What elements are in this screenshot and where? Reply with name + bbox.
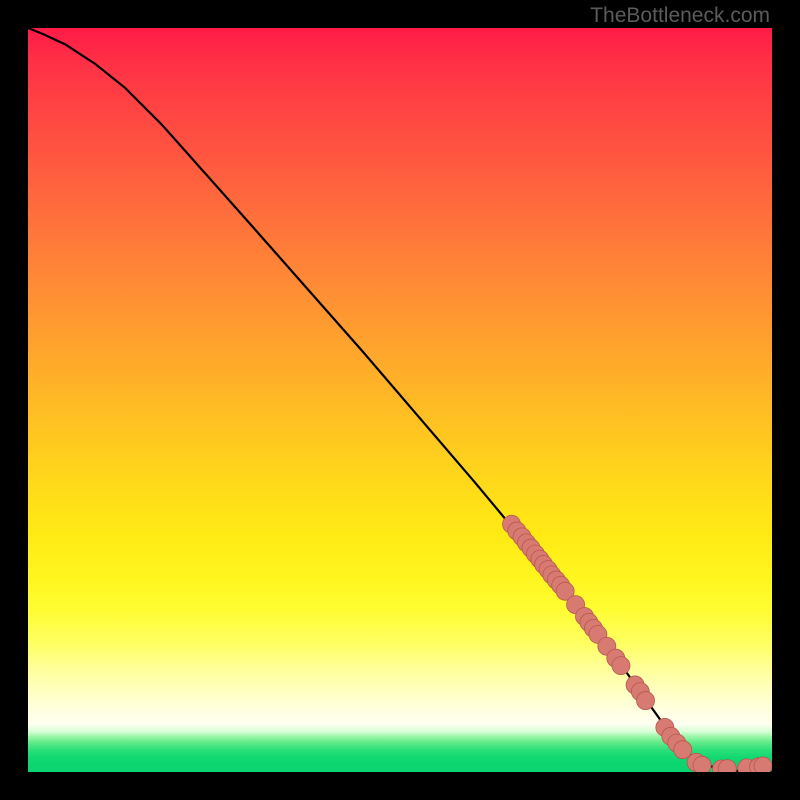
- data-points: [503, 515, 772, 772]
- chart-svg: [28, 28, 772, 772]
- plot-area: [28, 28, 772, 772]
- data-point: [637, 692, 655, 710]
- data-point: [693, 756, 711, 772]
- chart-frame: TheBottleneck.com: [0, 0, 800, 800]
- bottleneck-curve: [28, 28, 772, 772]
- data-point: [754, 757, 772, 772]
- data-point: [612, 657, 630, 675]
- data-point: [674, 741, 692, 759]
- watermark-text: TheBottleneck.com: [590, 4, 770, 28]
